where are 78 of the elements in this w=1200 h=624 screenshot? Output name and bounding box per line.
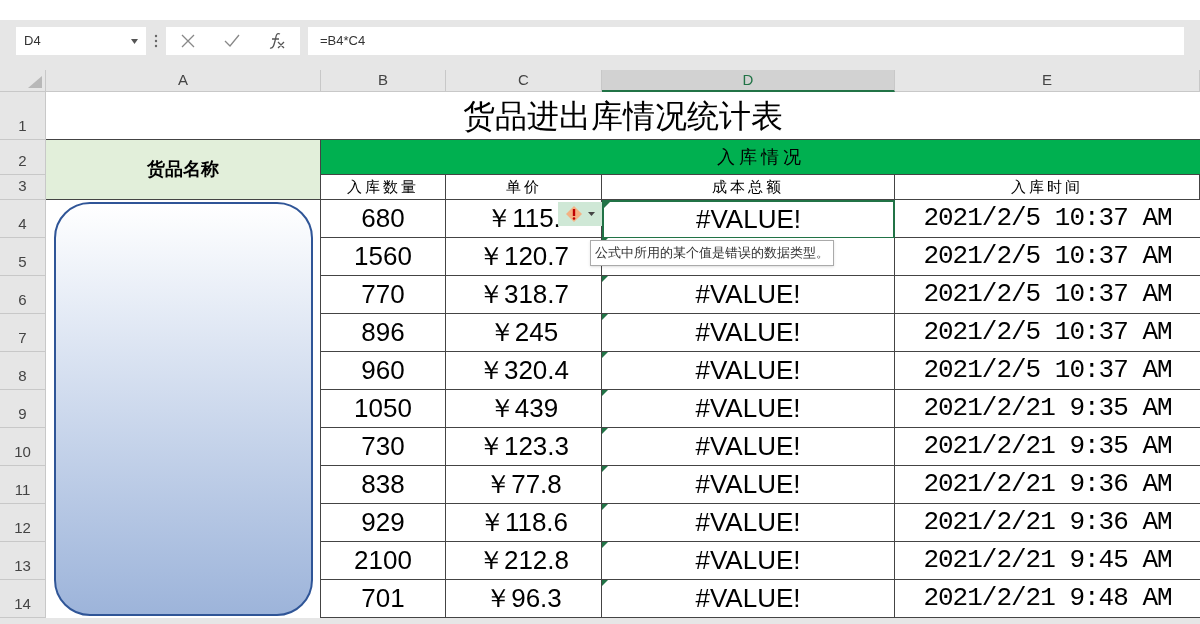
error-options-button[interactable] [558, 202, 602, 226]
table-cell: 2021/2/21 9:35 AM [895, 428, 1200, 466]
table-cell: #VALUE! [602, 276, 895, 314]
table-cell: ￥439 [446, 390, 602, 428]
table-cell: 2021/2/21 9:36 AM [895, 504, 1200, 542]
function-icon[interactable] [269, 32, 286, 50]
table-cell: 680 [321, 200, 446, 238]
table-cell: #VALUE! [602, 314, 895, 352]
table-cell: 2021/2/5 10:37 AM [895, 200, 1200, 238]
dropdown-caret-icon [587, 212, 595, 216]
table-cell: 770 [321, 276, 446, 314]
rounded-rectangle-shape[interactable] [54, 202, 313, 616]
row-header[interactable]: 10 [0, 428, 46, 466]
table-cell[interactable]: #VALUE! [602, 200, 895, 238]
column-header[interactable]: C [446, 70, 602, 92]
error-tooltip: 公式中所用的某个值是错误的数据类型。 [590, 240, 834, 266]
table-cell: #VALUE! [602, 542, 895, 580]
row-header[interactable]: 7 [0, 314, 46, 352]
table-cell: 838 [321, 466, 446, 504]
table-cell: #VALUE! [602, 352, 895, 390]
table-cell: 入库数量 [321, 175, 446, 200]
row-header[interactable]: 6 [0, 276, 46, 314]
table-cell: 2021/2/5 10:37 AM [895, 352, 1200, 390]
table-cell: #VALUE! [602, 466, 895, 504]
table-cell: 2021/2/21 9:45 AM [895, 542, 1200, 580]
table-cell: ￥77.8 [446, 466, 602, 504]
table-cell: ￥320.4 [446, 352, 602, 390]
column-header[interactable]: E [895, 70, 1200, 92]
table-cell: #VALUE! [602, 390, 895, 428]
table-cell: 入库时间 [895, 175, 1200, 200]
column-header[interactable]: A [46, 70, 321, 92]
table-cell: 2021/2/5 10:37 AM [895, 276, 1200, 314]
row-header[interactable]: 11 [0, 466, 46, 504]
table-cell: ￥96.3 [446, 580, 602, 618]
row-header[interactable]: 3 [0, 175, 46, 200]
table-cell: 929 [321, 504, 446, 542]
table-cell: 1560 [321, 238, 446, 276]
table-cell: 2021/2/21 9:35 AM [895, 390, 1200, 428]
table-cell: 货品名称 [46, 140, 321, 200]
row-header[interactable]: 5 [0, 238, 46, 276]
table-cell: 单价 [446, 175, 602, 200]
row-header[interactable]: 14 [0, 580, 46, 618]
cancel-icon[interactable] [180, 34, 195, 48]
dropdown-caret-icon [131, 38, 138, 44]
row-header[interactable]: 2 [0, 140, 46, 175]
warning-diamond-icon [565, 206, 582, 222]
row-header[interactable]: 9 [0, 390, 46, 428]
table-cell: ￥212.8 [446, 542, 602, 580]
row-header[interactable]: 12 [0, 504, 46, 542]
table-cell: ￥123.3 [446, 428, 602, 466]
row-header[interactable]: 4 [0, 200, 46, 238]
table-cell: #VALUE! [602, 580, 895, 618]
name-box[interactable]: D4 [16, 27, 146, 55]
table-cell: 2021/2/5 10:37 AM [895, 314, 1200, 352]
row-header[interactable]: 13 [0, 542, 46, 580]
table-cell: 入库情况 [321, 140, 1200, 175]
table-cell: #VALUE! [602, 428, 895, 466]
table-cell: 730 [321, 428, 446, 466]
table-cell: 701 [321, 580, 446, 618]
table-cell: 960 [321, 352, 446, 390]
table-cell: ￥318.7 [446, 276, 602, 314]
more-options-icon[interactable] [154, 34, 158, 48]
row-header[interactable]: 8 [0, 352, 46, 390]
table-cell: 2100 [321, 542, 446, 580]
check-icon[interactable] [224, 34, 240, 48]
column-header[interactable]: B [321, 70, 446, 92]
table-cell: 1050 [321, 390, 446, 428]
table-cell: ￥118.6 [446, 504, 602, 542]
table-cell: 896 [321, 314, 446, 352]
table-cell: 2021/2/21 9:48 AM [895, 580, 1200, 618]
column-header[interactable]: D [602, 70, 895, 92]
row-header[interactable]: 1 [0, 92, 46, 140]
table-cell: 成本总额 [602, 175, 895, 200]
table-cell: #VALUE! [602, 504, 895, 542]
table-cell: 2021/2/21 9:36 AM [895, 466, 1200, 504]
table-cell: ￥245 [446, 314, 602, 352]
formula-field[interactable]: =B4*C4 [308, 27, 1184, 55]
table-cell: 2021/2/5 10:37 AM [895, 238, 1200, 276]
